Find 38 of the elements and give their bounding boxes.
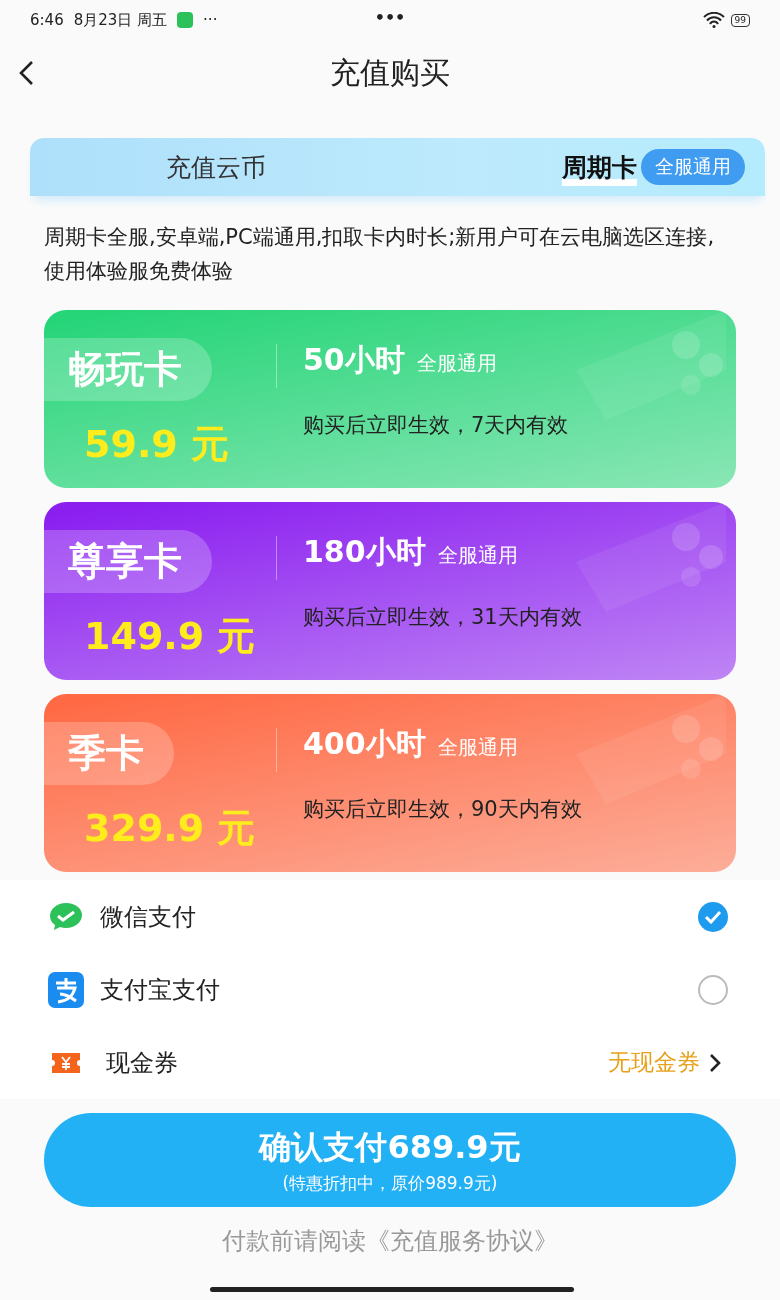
radio-button[interactable]: [698, 974, 728, 1005]
plan-hours: 180小时: [303, 533, 426, 571]
voucher-label: 现金券: [106, 1047, 178, 1079]
plan-validity: 购买后立即生效，90天内有效: [303, 796, 582, 823]
payment-option[interactable]: 支付宝支付: [100, 973, 220, 1006]
tab[interactable]: 充值云币: [166, 148, 266, 186]
plan-name: 季卡: [44, 722, 174, 785]
battery-level: 99: [730, 13, 750, 27]
plan-price: 59.9 元: [83, 421, 230, 468]
plan-card[interactable]: 季卡 329.9 元 400小时 全服通用 购买后立即生效，90天内有效: [44, 694, 736, 872]
status-date: 8月23日 周五: [73, 10, 168, 30]
wifi-icon: [702, 12, 725, 28]
plan-price: 329.9 元: [83, 805, 257, 852]
plan-hours: 400小时: [303, 725, 426, 763]
chevron-right-icon: [708, 1051, 722, 1074]
status-time: 6:46: [30, 11, 64, 29]
description-text: 周期卡全服,安卓端,PC端通用,扣取卡内时长;新用户可在云电脑选区连接,使用体验服免费体验: [44, 224, 716, 285]
plan-scope: 全服通用: [437, 542, 518, 569]
plan-name: 尊享卡: [44, 530, 212, 593]
plan-card[interactable]: 尊享卡 149.9 元 180小时 全服通用 购买后立即生效，31天内有效: [44, 502, 736, 680]
tab-badge: 全服通用: [641, 149, 745, 185]
plan-card[interactable]: 畅玩卡 59.9 元 50小时 全服通用 购买后立即生效，7天内有效: [44, 310, 736, 488]
plan-scope: 全服通用: [437, 734, 518, 761]
agreement-text: 付款前请阅读: [222, 1227, 366, 1255]
top-dots: •••: [374, 8, 406, 27]
page-title: 充值购买: [330, 53, 450, 92]
alipay-icon: [48, 971, 84, 1008]
plan-hours: 50小时: [303, 341, 405, 379]
plan-scope: 全服通用: [416, 350, 497, 377]
plan-validity: 购买后立即生效，31天内有效: [303, 604, 582, 631]
plan-validity: 购买后立即生效，7天内有效: [303, 412, 569, 439]
plan-price: 149.9 元: [83, 613, 257, 660]
more-notifications: ···: [203, 11, 218, 29]
checkmark-icon: [704, 909, 722, 924]
payment-option[interactable]: 微信支付: [100, 900, 196, 933]
plan-name: 畅玩卡: [44, 338, 212, 401]
radio-button[interactable]: [698, 901, 728, 932]
wechat-notification-icon: [177, 12, 194, 28]
